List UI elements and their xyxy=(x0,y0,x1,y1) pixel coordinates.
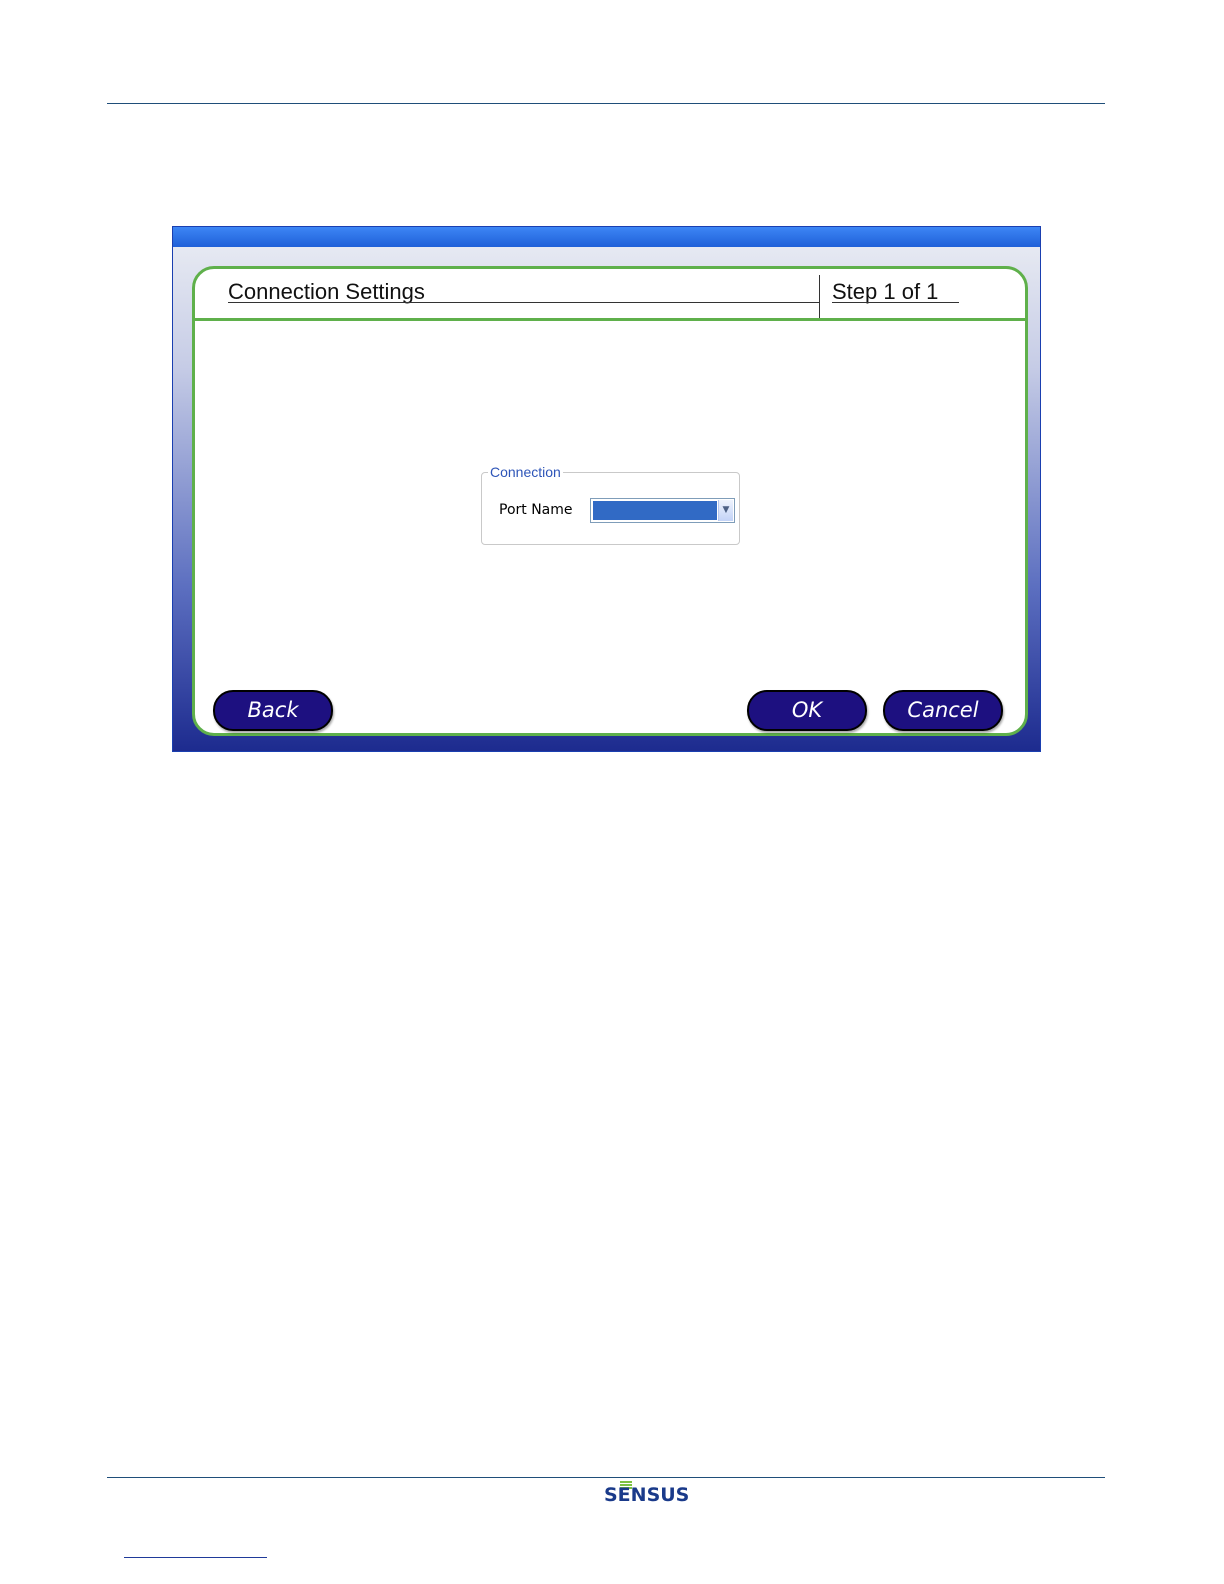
port-name-value xyxy=(593,501,717,520)
connection-group-label: Connection xyxy=(488,464,563,480)
chevron-down-icon[interactable]: ▼ xyxy=(718,500,733,521)
footnote-rule xyxy=(124,1557,267,1558)
sensus-logo: SENSUS xyxy=(604,1480,689,1506)
port-name-label: Port Name xyxy=(499,502,573,518)
header-separator xyxy=(195,318,1025,321)
step-divider xyxy=(819,275,820,319)
title-underline xyxy=(228,302,820,303)
ok-button[interactable]: OK xyxy=(747,690,867,731)
port-name-dropdown[interactable]: ▼ xyxy=(590,498,735,523)
back-button[interactable]: Back xyxy=(213,690,333,731)
window-titlebar[interactable] xyxy=(173,227,1040,247)
header-rule xyxy=(107,103,1105,104)
step-underline xyxy=(832,302,959,303)
wizard-panel: Connection Settings Step 1 of 1 Connecti… xyxy=(192,266,1028,736)
footer-rule xyxy=(107,1477,1105,1478)
connection-groupbox: Connection Port Name ▼ xyxy=(481,464,740,545)
logo-text: SENSUS xyxy=(604,1484,690,1506)
app-window: Connection Settings Step 1 of 1 Connecti… xyxy=(172,226,1041,752)
cancel-button[interactable]: Cancel xyxy=(883,690,1003,731)
